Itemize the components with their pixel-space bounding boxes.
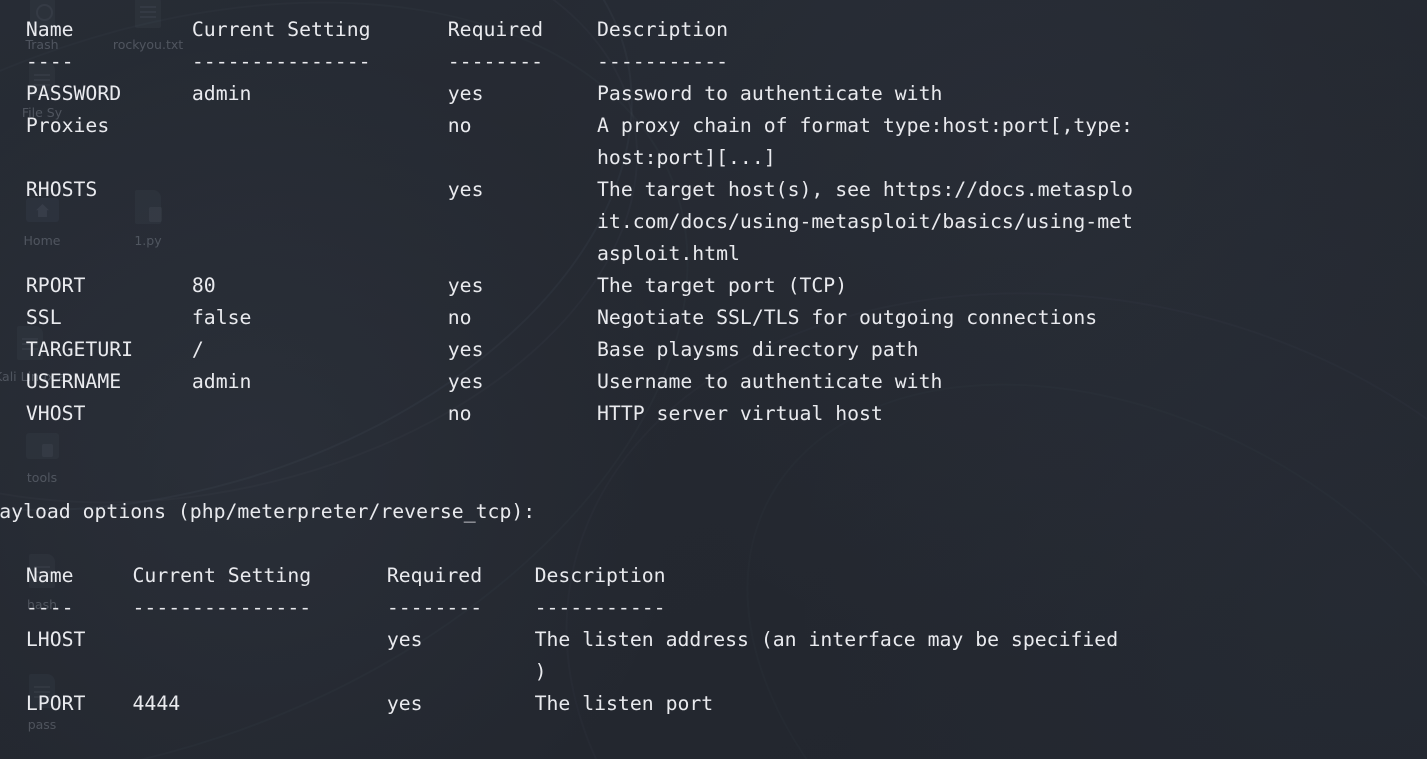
option-description: asploit.html	[597, 242, 740, 265]
option-current-setting: false	[191, 306, 252, 329]
terminal-output[interactable]: Name Current Setting Required Description --…	[0, 0, 1427, 759]
option-description: HTTP server virtual host	[597, 402, 883, 425]
option-required: yes	[447, 370, 484, 393]
option-name: VHOST	[25, 402, 86, 425]
option-required: no	[447, 402, 472, 425]
option-required: yes	[447, 338, 484, 361]
option-current-setting: /	[191, 338, 204, 361]
option-description: The target host(s), see https://docs.met…	[597, 178, 1133, 201]
option-required: yes	[386, 692, 423, 715]
option-description: )	[534, 660, 547, 683]
column-underline: ----	[25, 50, 74, 73]
column-header-required: Required	[447, 18, 544, 41]
column-underline: --------	[386, 596, 483, 619]
option-required: yes	[447, 274, 484, 297]
option-description: Negotiate SSL/TLS for outgoing connectio…	[597, 306, 1098, 329]
option-current-setting: admin	[191, 370, 252, 393]
option-name: USERNAME	[25, 370, 122, 393]
option-name: RHOSTS	[25, 178, 98, 201]
option-required: yes	[447, 82, 484, 105]
option-name: PASSWORD	[25, 82, 122, 105]
option-description: A proxy chain of format type:host:port[,…	[597, 114, 1133, 137]
option-required: no	[447, 306, 472, 329]
column-header-required: Required	[386, 564, 483, 587]
option-description: The listen address (an interface may be …	[534, 628, 1119, 651]
option-description: it.com/docs/using-metasploit/basics/usin…	[597, 210, 1133, 233]
option-description: The listen port	[534, 692, 714, 715]
option-name: LHOST	[25, 628, 86, 651]
option-description: host:port][...]	[597, 146, 776, 169]
option-current-setting: 4444	[132, 692, 181, 715]
column-header-name: Name	[25, 564, 74, 587]
column-underline: --------	[447, 50, 544, 73]
option-name: Proxies	[25, 114, 110, 137]
column-underline: ---------------	[132, 596, 312, 619]
option-required: no	[447, 114, 472, 137]
column-underline: ---------------	[191, 50, 371, 73]
terminal-screen: Trash rockyou.txt File Sy Home 1.py Kali…	[0, 0, 1427, 759]
column-underline: ----	[25, 596, 74, 619]
column-header-name: Name	[25, 18, 74, 41]
column-underline: -----------	[597, 50, 729, 73]
column-header-description: Description	[534, 564, 666, 587]
option-name: TARGETURI	[25, 338, 134, 361]
column-header-current-setting: Current Setting	[132, 564, 312, 587]
option-description: Username to authenticate with	[597, 370, 943, 393]
option-description: Base playsms directory path	[597, 338, 919, 361]
column-underline: -----------	[534, 596, 666, 619]
option-name: SSL	[25, 306, 62, 329]
option-description: Password to authenticate with	[597, 82, 943, 105]
option-required: yes	[386, 628, 423, 651]
option-name: RPORT	[25, 274, 86, 297]
option-description: The target port (TCP)	[597, 274, 848, 297]
column-header-current-setting: Current Setting	[191, 18, 371, 41]
column-header-description: Description	[597, 18, 729, 41]
payload-options-title: ayload options (php/meterpreter/reverse_…	[0, 500, 536, 523]
option-current-setting: 80	[191, 274, 216, 297]
option-required: yes	[447, 178, 484, 201]
option-name: LPORT	[25, 692, 86, 715]
option-current-setting: admin	[191, 82, 252, 105]
